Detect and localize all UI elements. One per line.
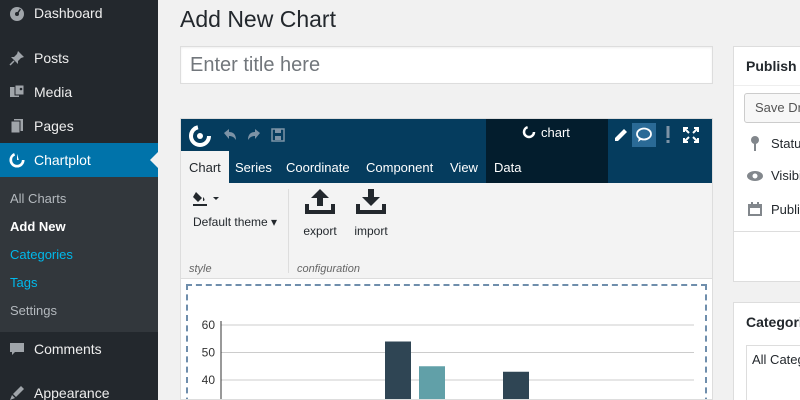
submenu-settings[interactable]: Settings xyxy=(10,303,57,318)
theme-select-label: Default theme xyxy=(193,215,268,229)
tab-data[interactable]: Data xyxy=(486,151,529,183)
pin-icon xyxy=(745,135,765,151)
sidebar-item-chartplot[interactable]: Chartplot xyxy=(0,143,158,177)
y-tick-label: 60 xyxy=(202,318,216,332)
pin-icon xyxy=(9,50,25,66)
undo-icon[interactable] xyxy=(221,126,239,144)
visibility-label: Visibility xyxy=(771,168,800,183)
redo-icon[interactable] xyxy=(245,126,263,144)
y-tick-label: 50 xyxy=(202,346,216,360)
theme-fill-icon[interactable] xyxy=(191,187,223,209)
save-draft-button[interactable]: Save Draft xyxy=(744,93,800,123)
submenu-categories[interactable]: Categories xyxy=(10,247,73,262)
title-input[interactable] xyxy=(180,46,713,84)
save-icon[interactable] xyxy=(269,126,287,144)
appearance-icon xyxy=(9,385,25,400)
ribbon-separator xyxy=(288,189,289,273)
sidebar-item-label: Appearance xyxy=(34,385,110,400)
chart-preview: 40 50 60 xyxy=(186,284,707,400)
import-label: import xyxy=(354,224,388,238)
sidebar-item-pages[interactable]: Pages xyxy=(0,109,158,143)
sidebar-item-label: Comments xyxy=(34,341,102,357)
sidebar-item-media[interactable]: Media xyxy=(0,75,158,109)
media-icon xyxy=(9,84,25,100)
categories-title: Categories xyxy=(746,314,800,330)
tab-component[interactable]: Component xyxy=(358,151,441,183)
export-button[interactable]: export xyxy=(303,187,337,238)
sidebar-item-label: Dashboard xyxy=(34,5,103,21)
publish-label: Publish xyxy=(771,201,800,217)
tab-view[interactable]: View xyxy=(442,151,486,183)
admin-sidebar: Dashboard Posts Media Pages Chartplot Al… xyxy=(0,0,158,400)
import-icon xyxy=(354,187,388,220)
chart-tab-icon xyxy=(521,124,537,140)
publish-title: Publish xyxy=(734,47,800,86)
categories-all-tab[interactable]: All Categories xyxy=(752,352,800,367)
chartplot-logo-icon xyxy=(187,123,213,149)
export-label: export xyxy=(303,224,337,238)
dashboard-icon xyxy=(9,5,25,21)
group-label-configuration: configuration xyxy=(297,263,360,275)
comment-icon[interactable] xyxy=(632,123,656,147)
sidebar-item-posts[interactable]: Posts xyxy=(0,41,158,75)
fullscreen-icon[interactable] xyxy=(681,125,701,145)
visibility-row: Visibility xyxy=(745,168,800,183)
publish-box: Publish xyxy=(733,46,800,282)
theme-select[interactable]: Default theme ▾ xyxy=(193,215,277,229)
publish-date-row: Publish xyxy=(745,201,800,217)
editor-toolbar: chart Chart Series Coordinate Component … xyxy=(181,119,712,183)
group-label-style: style xyxy=(189,263,212,275)
chartplot-submenu: All Charts Add New Categories Tags Setti… xyxy=(0,177,158,332)
sidebar-item-appearance[interactable]: Appearance xyxy=(0,376,158,400)
status-label: Status xyxy=(771,135,800,151)
bar-chart: 40 50 60 xyxy=(202,318,694,400)
pencil-icon[interactable] xyxy=(611,125,631,145)
sidebar-item-dashboard[interactable]: Dashboard xyxy=(0,0,158,30)
page-title: Add New Chart xyxy=(180,6,336,32)
calendar-icon xyxy=(745,201,765,217)
submenu-add-new[interactable]: Add New xyxy=(10,219,66,234)
status-row: Status xyxy=(745,135,800,151)
sidebar-item-comments[interactable]: Comments xyxy=(0,332,158,366)
sidebar-item-label: Chartplot xyxy=(34,152,91,168)
export-icon xyxy=(303,187,337,220)
sidebar-item-label: Media xyxy=(34,84,73,100)
editor-ribbon: Default theme ▾ export import style conf… xyxy=(181,183,712,279)
submenu-tags[interactable]: Tags xyxy=(10,275,37,290)
bar[interactable] xyxy=(385,341,411,400)
alert-icon[interactable] xyxy=(662,124,674,146)
submenu-all-charts[interactable]: All Charts xyxy=(10,191,66,206)
bar[interactable] xyxy=(419,366,445,400)
bar[interactable] xyxy=(503,371,529,400)
publish-divider xyxy=(734,231,800,232)
tab-chart[interactable]: Chart xyxy=(181,151,229,183)
sidebar-item-label: Pages xyxy=(34,118,74,134)
sidebar-item-label: Posts xyxy=(34,50,70,66)
chart-editor: chart Chart Series Coordinate Component … xyxy=(180,118,713,400)
y-tick-label: 40 xyxy=(202,373,216,387)
chartplot-icon xyxy=(9,152,25,168)
eye-icon xyxy=(745,170,765,182)
categories-list[interactable]: All Categories xyxy=(746,345,800,400)
comments-icon xyxy=(9,341,25,357)
chart-tab-label: chart xyxy=(541,125,570,140)
tab-series[interactable]: Series xyxy=(227,151,280,183)
tab-coordinate[interactable]: Coordinate xyxy=(278,151,358,183)
import-button[interactable]: import xyxy=(354,187,388,238)
pages-icon xyxy=(9,118,25,134)
